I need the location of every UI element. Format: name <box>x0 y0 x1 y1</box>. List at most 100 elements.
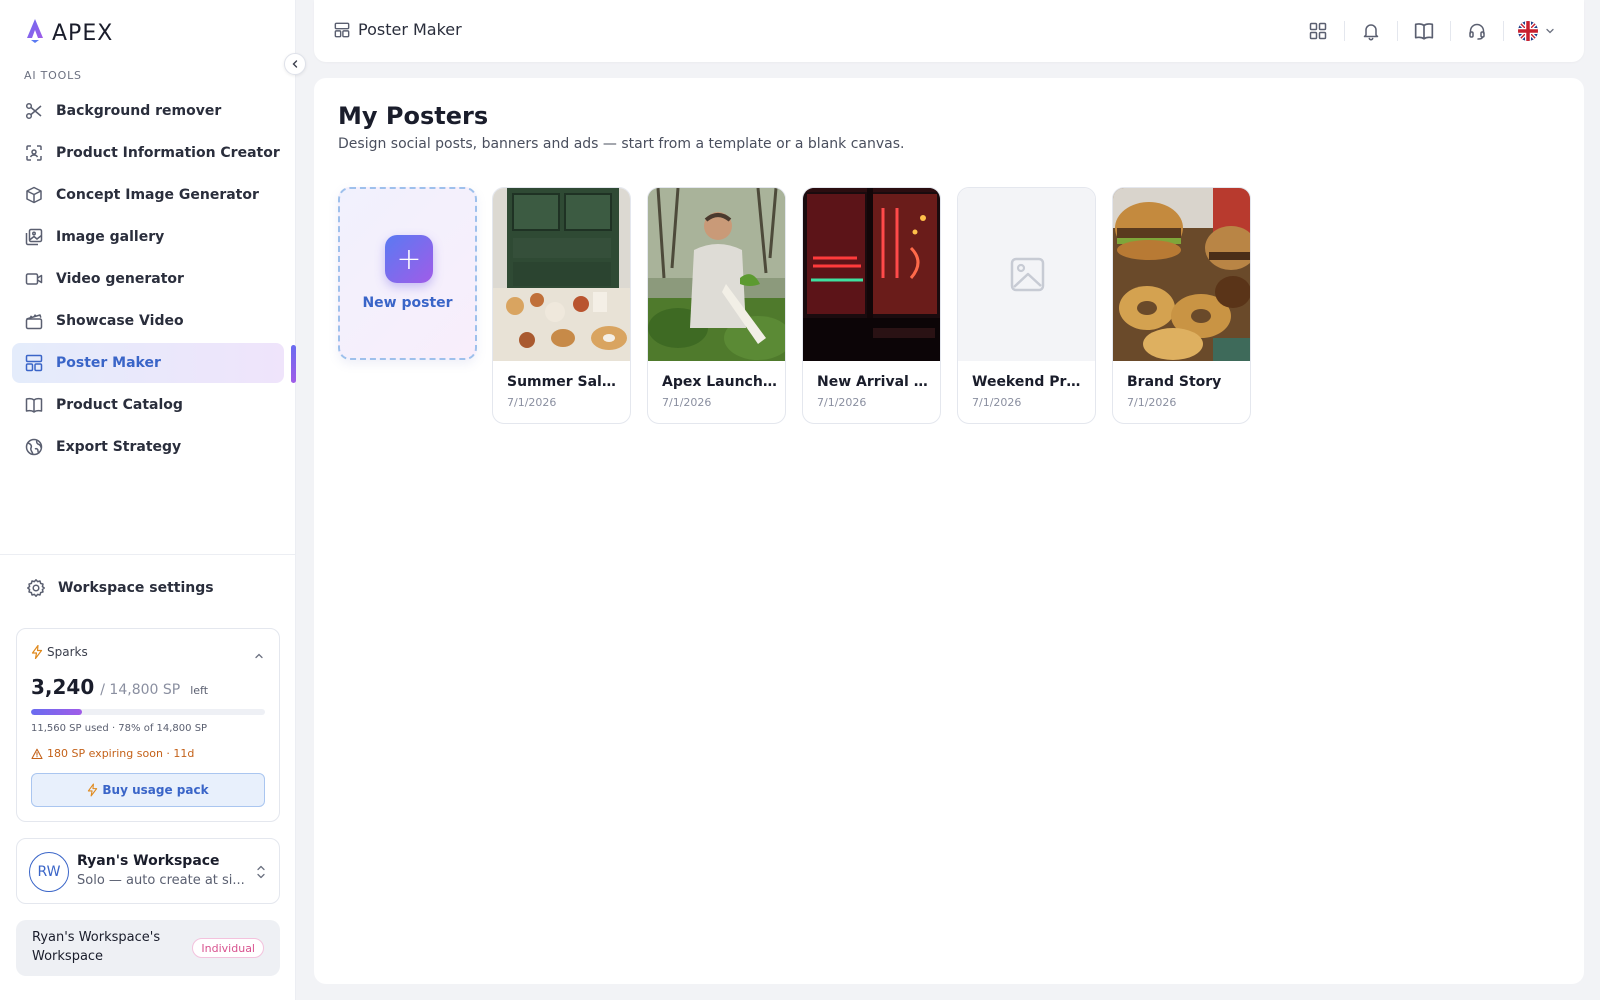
buy-usage-pack-button[interactable]: Buy usage pack <box>31 773 265 807</box>
topbar: Poster Maker <box>314 0 1584 62</box>
page-breadcrumb: Poster Maker <box>334 20 462 39</box>
chevron-left-icon <box>292 60 298 68</box>
poster-thumbnail-neon-restaurant <box>803 188 940 361</box>
poster-thumbnail-bakery <box>493 188 630 361</box>
lightning-icon <box>88 783 98 797</box>
sidebar-item-background-remover[interactable]: Background remover <box>12 91 284 131</box>
topbar-title: Poster Maker <box>358 20 462 39</box>
sparks-collapse-button[interactable] <box>253 647 265 666</box>
topbar-divider <box>1344 21 1345 41</box>
sparks-balance: 3,240 <box>31 675 95 699</box>
sparks-total: / 14,800 SP <box>100 682 181 698</box>
sparks-label: Sparks <box>47 645 88 659</box>
sidebar-item-poster-maker[interactable]: Poster Maker <box>12 343 284 383</box>
poster-card[interactable]: Brand Story 7/1/2026 <box>1112 187 1251 424</box>
poster-title: New Arrival Ba... <box>817 374 932 390</box>
workspace-plan-name: Ryan's Workspace's Workspace <box>32 930 161 964</box>
sidebar-item-concept-image-generator[interactable]: Concept Image Generator <box>12 175 284 215</box>
workspace-name: Ryan's Workspace <box>77 853 220 869</box>
sparks-progress-bar <box>31 709 265 715</box>
uk-flag-icon <box>1518 21 1538 41</box>
logo[interactable]: APEX <box>24 19 114 46</box>
sidebar: APEX AI TOOLS Background remover Product… <box>0 0 306 1000</box>
sparks-header: Sparks <box>31 645 88 659</box>
sparks-expiring-warning: 180 SP expiring soon · 11d <box>31 747 194 760</box>
workspace-settings-label: Workspace settings <box>58 580 214 596</box>
globe-icon <box>24 437 44 457</box>
poster-thumbnail-food-platter <box>1113 188 1250 361</box>
sparks-card: Sparks 3,240 / 14,800 SP left 11,560 SP … <box>16 628 280 822</box>
gear-icon <box>27 579 45 597</box>
sidebar-item-label: Video generator <box>56 271 184 287</box>
sparks-expiring-text: 180 SP expiring soon · 11d <box>47 747 195 760</box>
topbar-divider <box>1397 21 1398 41</box>
sidebar-item-product-catalog[interactable]: Product Catalog <box>12 385 284 425</box>
docs-button[interactable] <box>1412 19 1436 43</box>
notifications-button[interactable] <box>1359 19 1383 43</box>
logo-text: APEX <box>52 20 114 46</box>
chevron-down-icon <box>1546 28 1554 34</box>
sidebar-item-product-information-creator[interactable]: Product Information Creator <box>12 133 284 173</box>
apps-grid-button[interactable] <box>1306 19 1330 43</box>
sidebar-divider <box>0 554 296 555</box>
main-content: My Posters Design social posts, banners … <box>314 78 1584 984</box>
workspace-switcher[interactable]: RW Ryan's Workspace Solo — auto create a… <box>16 838 280 904</box>
page-title: My Posters <box>338 102 489 130</box>
plan-badge: Individual <box>192 938 264 958</box>
headset-icon <box>1469 23 1485 40</box>
avatar: RW <box>29 852 69 892</box>
sidebar-item-video-generator[interactable]: Video generator <box>12 259 284 299</box>
sidebar-item-label: Background remover <box>56 103 222 119</box>
poster-date: 7/1/2026 <box>972 396 1022 409</box>
layout-icon <box>24 353 44 373</box>
sidebar-item-label: Export Strategy <box>56 439 182 455</box>
language-selector[interactable] <box>1518 21 1556 41</box>
bell-icon <box>1363 24 1379 41</box>
chevron-up-icon <box>255 653 263 659</box>
poster-card[interactable]: Apex Launch P... 7/1/2026 <box>647 187 786 424</box>
new-poster-label: New poster <box>362 295 453 311</box>
sidebar-item-label: Product Information Creator <box>56 145 280 161</box>
poster-date: 7/1/2026 <box>507 396 557 409</box>
support-button[interactable] <box>1465 19 1489 43</box>
sidebar-item-showcase-video[interactable]: Showcase Video <box>12 301 284 341</box>
sparks-left-label: left <box>190 684 209 697</box>
book-icon <box>1414 23 1434 40</box>
scan-icon <box>24 143 44 163</box>
sidebar-item-image-gallery[interactable]: Image gallery <box>12 217 284 257</box>
poster-thumbnail-placeholder <box>958 188 1095 361</box>
poster-card[interactable]: Weekend Pro... 7/1/2026 <box>957 187 1096 424</box>
poster-date: 7/1/2026 <box>1127 396 1177 409</box>
poster-card[interactable]: Summer Sale P... 7/1/2026 <box>492 187 631 424</box>
topbar-actions <box>1306 19 1556 43</box>
grid-icon <box>1309 22 1327 40</box>
poster-title: Weekend Pro... <box>972 374 1087 390</box>
cube-icon <box>24 185 44 205</box>
book-icon <box>24 395 44 415</box>
active-indicator <box>291 345 296 383</box>
warning-icon <box>31 748 43 759</box>
new-poster-button[interactable]: + New poster <box>338 187 477 360</box>
workspace-settings-link[interactable]: Workspace settings <box>26 578 214 598</box>
collapse-sidebar-button[interactable] <box>284 53 306 75</box>
sidebar-item-label: Concept Image Generator <box>56 187 259 203</box>
sidebar-item-label: Poster Maker <box>56 355 161 371</box>
plus-icon: + <box>385 235 433 283</box>
poster-title: Apex Launch P... <box>662 374 777 390</box>
video-icon <box>24 269 44 289</box>
lightning-icon <box>31 645 43 659</box>
poster-card[interactable]: New Arrival Ba... 7/1/2026 <box>802 187 941 424</box>
chevron-up-down-icon <box>255 863 267 885</box>
poster-date: 7/1/2026 <box>817 396 867 409</box>
poster-date: 7/1/2026 <box>662 396 712 409</box>
poster-thumbnail-farmer <box>648 188 785 361</box>
clapper-icon <box>24 311 44 331</box>
sidebar-item-label: Showcase Video <box>56 313 184 329</box>
sidebar-item-export-strategy[interactable]: Export Strategy <box>12 427 284 467</box>
workspace-plan: Ryan's Workspace's Workspace Individual <box>16 920 280 976</box>
sparks-amount: 3,240 / 14,800 SP left <box>31 675 208 699</box>
section-label-ai-tools: AI TOOLS <box>24 69 82 82</box>
scissors-icon <box>24 101 44 121</box>
topbar-divider <box>1450 21 1451 41</box>
buy-usage-pack-label: Buy usage pack <box>102 783 209 797</box>
